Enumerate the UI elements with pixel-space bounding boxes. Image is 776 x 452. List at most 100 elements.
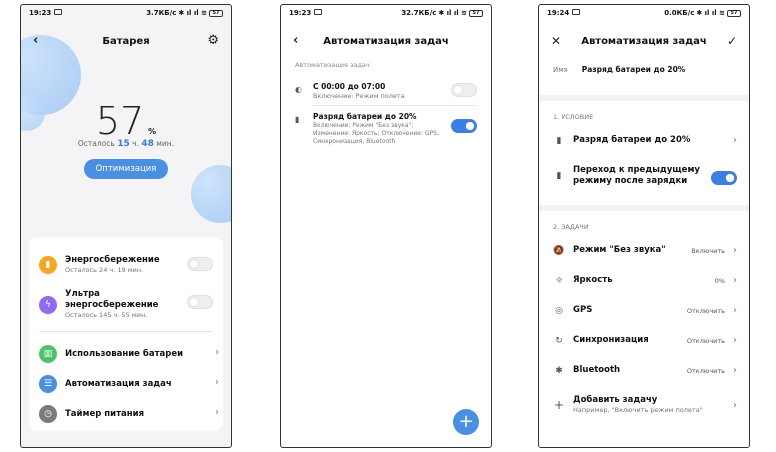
divider [313, 105, 477, 106]
condition-section-title: 1. УСЛОВИЕ [553, 113, 594, 121]
name-field[interactable]: Имя Разряд батареи до 20% [553, 65, 737, 74]
condition-label: Разряд батареи до 20% [573, 135, 691, 145]
battery-icon: 57 [469, 9, 483, 17]
brightness-icon: ☼ [554, 275, 564, 286]
status-bar: 19:24 0.0КБ/с ✱ ıl ıl ≋ 57 [539, 5, 749, 21]
chevron-right-icon: › [215, 347, 219, 358]
battery-icon: 57 [209, 9, 223, 17]
name-label: Имя [553, 65, 568, 74]
app-header: ✕ Автоматизация задач ✓ [539, 29, 749, 53]
chevron-right-icon: › [733, 335, 737, 346]
revert-toggle[interactable] [711, 171, 737, 185]
power-timer-item[interactable]: ◷ Таймер питания [39, 405, 213, 423]
gallery-icon [314, 9, 323, 15]
bar-chart-icon: ▥ [39, 345, 57, 363]
action-label: Синхронизация [573, 335, 649, 345]
net-speed: 0.0КБ/с [664, 9, 695, 17]
action-brightness[interactable]: ☼ Яркость 0% › [553, 275, 737, 286]
edit-automation-screen: 19:24 0.0КБ/с ✱ ıl ıl ≋ 57 ✕ Автоматизация… [538, 4, 750, 448]
gps-icon: ◎ [555, 305, 563, 316]
lightning-icon: ϟ [39, 295, 57, 314]
condition-label: Переход к предыдущему режиму после заряд… [573, 165, 700, 186]
night-mode-icon: ◐ [295, 85, 302, 94]
task-title: Разряд батареи до 20% [313, 112, 417, 121]
close-icon[interactable]: ✕ [551, 34, 561, 48]
item-title: Автоматизация задач [65, 378, 172, 389]
chevron-right-icon: › [733, 245, 737, 256]
page-title: Автоматизация задач [581, 35, 707, 47]
clock-icon: ◷ [39, 405, 57, 423]
status-bar: 19:23 3.7КБ/с ✱ ıl ıl ≋ 57 [21, 5, 231, 21]
hours-unit: ч. [132, 139, 139, 148]
app-header: ‹ Батарея ⚙ [21, 29, 231, 53]
battery-charging-icon: ▮ [556, 171, 562, 181]
signal-icon: ✱ ıl ıl ≋ [438, 9, 467, 17]
net-speed: 32.7КБ/с [401, 9, 437, 17]
item-subtitle: Осталось 145 ч. 55 мин. [65, 311, 148, 319]
chevron-right-icon: › [733, 275, 737, 286]
remaining-prefix: Осталось [77, 139, 115, 148]
action-label: Яркость [573, 275, 613, 285]
back-icon[interactable]: ‹ [33, 34, 38, 48]
section-gap [539, 205, 749, 211]
percent-sign: % [148, 127, 157, 136]
task-toggle[interactable] [451, 119, 477, 133]
ultra-power-saving-item[interactable]: ϟ Ультра энергосбережение Осталось 145 ч.… [39, 289, 179, 320]
battery-usage-item[interactable]: ▥ Использование батареи [39, 345, 213, 363]
divider [39, 331, 213, 332]
settings-gear-icon[interactable]: ⚙ [207, 34, 219, 48]
item-subtitle: Осталось 24 ч. 19 мин. [65, 266, 144, 274]
section-gap [539, 95, 749, 101]
tasks-section-title: 2. ЗАДАЧИ [553, 223, 589, 231]
status-time: 19:23 [29, 9, 52, 17]
back-icon[interactable]: ‹ [293, 34, 298, 48]
minutes-unit: мин. [156, 139, 175, 148]
item-title: Таймер питания [65, 408, 145, 419]
sync-icon: ↻ [555, 335, 563, 346]
condition-battery[interactable]: ▮ Разряд батареи до 20% › [553, 135, 737, 146]
battery-percent: 57% [21, 99, 231, 143]
page-title: Автоматизация задач [323, 35, 449, 47]
task-list-icon: ☰ [39, 375, 57, 393]
chevron-right-icon: › [733, 399, 737, 411]
add-task-row[interactable]: + Добавить задачу Например, "Включить ре… [553, 395, 737, 415]
check-icon[interactable]: ✓ [727, 34, 737, 48]
app-header: ‹ Автоматизация задач [281, 29, 491, 53]
battery-saver-icon: ▮ [39, 256, 57, 274]
add-task-fab[interactable]: + [453, 409, 479, 435]
action-sync[interactable]: ↻ Синхронизация Отключить › [553, 335, 737, 346]
page-title: Батарея [102, 35, 150, 47]
power-saving-toggle[interactable] [187, 257, 213, 271]
remaining-minutes: 48 [141, 139, 154, 149]
item-title: Энергосбережение [65, 255, 160, 265]
add-task-label: Добавить задачу [573, 395, 658, 405]
bluetooth-icon: ✱ [555, 365, 563, 376]
task-toggle[interactable] [451, 83, 477, 97]
task-automation-item[interactable]: ☰ Автоматизация задач [39, 375, 213, 393]
battery-icon: 57 [727, 9, 741, 17]
section-label: Автоматизация задач [295, 61, 370, 69]
optimize-button[interactable]: Оптимизация [84, 159, 168, 179]
item-title: Ультра энергосбережение [65, 289, 159, 310]
task-item[interactable]: ◐ С 00:00 до 07:00 Включение: Режим поле… [295, 81, 477, 101]
action-gps[interactable]: ◎ GPS Отключить › [553, 305, 737, 316]
chevron-right-icon: › [733, 305, 737, 316]
task-subtitle: Включение: Режим "Без звука"; Изменение:… [313, 122, 439, 145]
ultra-power-saving-toggle[interactable] [187, 295, 213, 309]
condition-revert[interactable]: ▮ Переход к предыдущему режиму после зар… [553, 165, 703, 187]
chevron-right-icon: › [215, 377, 219, 388]
task-item[interactable]: ▮ Разряд батареи до 20% Включение: Режим… [295, 111, 477, 146]
name-value: Разряд батареи до 20% [581, 65, 686, 74]
gallery-icon [54, 9, 63, 15]
decor-circle [191, 165, 231, 223]
status-time: 19:24 [547, 9, 570, 17]
chevron-right-icon: › [733, 135, 737, 146]
action-bluetooth[interactable]: ✱ Bluetooth Отключить › [553, 365, 737, 376]
add-task-hint: Например, "Включить режим полета" [573, 406, 703, 414]
battery-options-card: ▮ Энергосбережение Осталось 24 ч. 19 мин.… [29, 237, 223, 431]
signal-icon: ✱ ıl ıl ≋ [696, 9, 725, 17]
action-silent-mode[interactable]: 🔕 Режим "Без звука" Включить › [553, 245, 737, 256]
status-time: 19:23 [289, 9, 312, 17]
plus-icon: + [553, 398, 565, 412]
net-speed: 3.7КБ/с [146, 9, 177, 17]
